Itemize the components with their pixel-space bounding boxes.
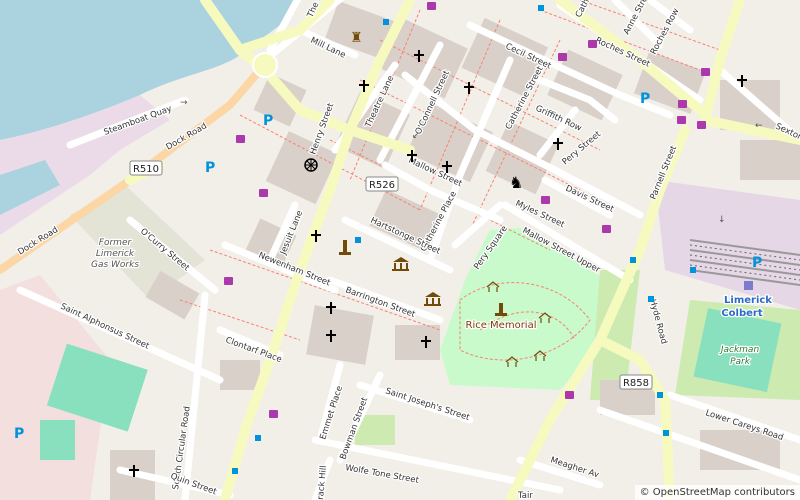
shop-bag-icon[interactable] <box>678 100 687 108</box>
bus-stop-icon[interactable] <box>383 19 389 25</box>
shop-bag-icon[interactable] <box>588 40 597 48</box>
label-wolfe-tone-street: Wolfe Tone Street <box>344 463 420 486</box>
museum-icon[interactable] <box>392 257 409 271</box>
shop-bag-icon[interactable] <box>701 68 710 76</box>
label-roches-street: Roches Street <box>594 36 652 70</box>
svg-text:R858: R858 <box>623 378 649 389</box>
oneway-arrow-icon: ↙ <box>412 131 420 141</box>
svg-text:Limerick: Limerick <box>724 295 772 306</box>
shop-bag-icon[interactable] <box>558 53 567 61</box>
oneway-arrow-icon: → <box>180 98 188 108</box>
shop-bag-icon[interactable] <box>697 121 706 129</box>
svg-text:R510: R510 <box>133 164 159 175</box>
svg-text:Jackman: Jackman <box>719 345 760 355</box>
openstreetmap-link[interactable]: OpenStreetMap <box>653 487 731 498</box>
svg-text:Former: Former <box>99 238 133 248</box>
label-crack-hill: rack Hill <box>316 465 329 500</box>
svg-text:Park: Park <box>730 357 751 367</box>
museum-icon[interactable] <box>424 292 441 306</box>
shop-bag-icon[interactable] <box>677 116 686 124</box>
shop-bag-icon[interactable] <box>427 2 436 10</box>
label-dock-road-upper: Dock Road <box>165 121 209 152</box>
shop-bag-icon[interactable] <box>541 196 550 204</box>
gas-works-area <box>70 185 205 300</box>
svg-text:Limerick: Limerick <box>96 249 135 259</box>
parking-icon[interactable]: P <box>263 113 273 129</box>
shop-bag-icon[interactable] <box>269 410 278 418</box>
road-shield-r526: R526 <box>365 176 399 192</box>
bus-stop-icon[interactable] <box>355 237 361 243</box>
monument-icon[interactable] <box>339 240 351 255</box>
svg-text:Gas Works: Gas Works <box>91 260 139 270</box>
map-canvas[interactable]: The Bis Mill Lane Steamboat Quay Dock Ro… <box>0 0 800 500</box>
oneway-arrow-icon: ← <box>755 121 763 131</box>
bus-stop-icon[interactable] <box>690 267 696 273</box>
shop-bag-icon[interactable] <box>602 225 611 233</box>
oneway-arrow-icon: ↓ <box>718 215 726 225</box>
bus-stop-icon[interactable] <box>538 5 544 11</box>
label-hyde-road: Hyde Road <box>647 298 669 345</box>
parking-icon[interactable]: P <box>205 160 215 176</box>
bus-stop-icon[interactable] <box>232 468 238 474</box>
roundabout <box>252 52 278 78</box>
svg-text:R526: R526 <box>369 180 395 191</box>
artwork-icon[interactable]: ♜ <box>350 30 363 46</box>
parking-icon[interactable]: P <box>752 255 762 271</box>
road-shield-r858: R858 <box>619 374 653 390</box>
knight-icon[interactable]: ♞ <box>509 173 523 192</box>
label-saint-josephs-street: Saint Joseph's Street <box>384 386 471 423</box>
bus-stop-icon[interactable] <box>648 296 654 302</box>
shop-bag-icon[interactable] <box>224 277 233 285</box>
label-tair: Tair <box>517 491 533 500</box>
map-svg: The Bis Mill Lane Steamboat Quay Dock Ro… <box>0 0 800 500</box>
train-station-icon[interactable] <box>744 281 753 290</box>
sports-pitch-2 <box>40 420 75 460</box>
bus-stop-icon[interactable] <box>663 430 669 436</box>
shop-bag-icon[interactable] <box>259 189 268 197</box>
parking-icon[interactable]: P <box>640 91 650 107</box>
bus-stop-icon[interactable] <box>630 257 636 263</box>
attribution: © OpenStreetMap contributors <box>634 485 800 500</box>
parking-icon[interactable]: P <box>14 426 24 442</box>
road-shield-r510: R510 <box>129 160 163 176</box>
svg-text:Colbert: Colbert <box>721 308 763 319</box>
rice-memorial-label: Rice Memorial <box>466 320 537 331</box>
shop-bag-icon[interactable] <box>565 391 574 399</box>
compass-wheel-icon[interactable] <box>304 158 318 172</box>
bus-stop-icon[interactable] <box>255 435 261 441</box>
shop-bag-icon[interactable] <box>236 135 245 143</box>
label-dock-road-lower: Dock Road <box>16 225 60 258</box>
church-cross-icon[interactable] <box>464 82 474 94</box>
bus-stop-icon[interactable] <box>657 392 663 398</box>
